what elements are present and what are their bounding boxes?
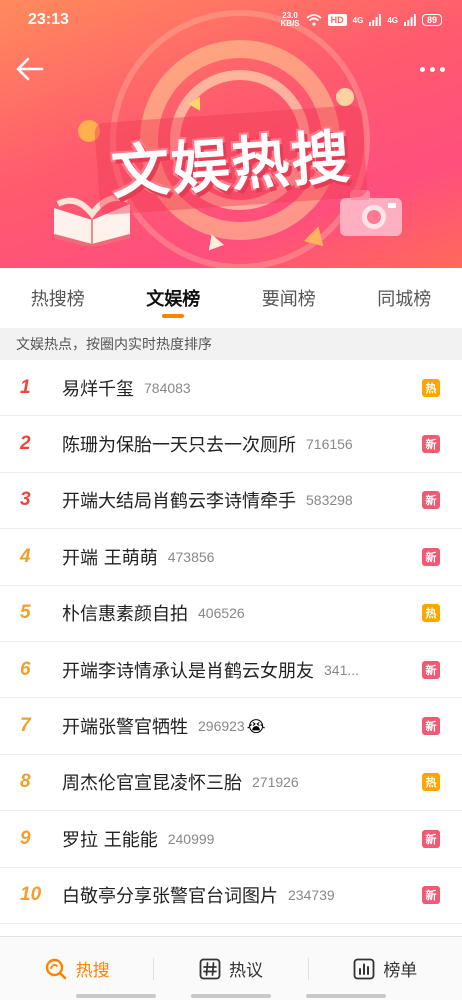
signal-bars-icon [403, 14, 416, 26]
rank-number: 7 [20, 715, 31, 737]
status-bar: 23:13 23.0 KB/S HD 4G 4G 89 [0, 0, 462, 40]
hashtag-icon [199, 958, 221, 979]
tab-indicator [162, 314, 185, 318]
heat-value: 296923 [198, 718, 245, 735]
list-item[interactable]: 9 罗拉 王能能 240999 新 [0, 811, 462, 868]
heat-value: 716156 [306, 436, 353, 453]
hd-icon: HD [327, 14, 347, 26]
tab-hot-search[interactable]: 热搜榜 [0, 268, 116, 328]
home-indicator [191, 994, 271, 998]
list-item[interactable]: 3 开端大结局肖鹤云李诗情牵手 583298 新 [0, 473, 462, 530]
new-badge: 新 [422, 717, 440, 736]
more-button[interactable] [414, 56, 450, 82]
rank-number: 9 [20, 827, 31, 849]
network-speed-unit: KB/S [280, 19, 300, 28]
heat-value: 473856 [167, 548, 215, 565]
rank-number: 8 [20, 771, 31, 793]
ranking-tabs: 热搜榜 文娱榜 要闻榜 同城榜 [0, 268, 462, 328]
wifi-icon [306, 14, 322, 26]
chart-icon [353, 958, 375, 979]
status-icons: 23.0 KB/S HD 4G 4G 89 [281, 12, 442, 28]
new-badge: 新 [422, 435, 440, 454]
topic-title: 开端张警官牺牲 [62, 717, 188, 739]
battery-icon: 89 [421, 14, 442, 26]
signal-icon: 4G [387, 15, 398, 25]
more-dots-icon [419, 66, 425, 72]
new-badge: 新 [422, 491, 440, 510]
new-badge: 新 [422, 660, 440, 679]
list-item[interactable]: 5 朴信惠素颜自拍 406526 热 [0, 586, 462, 642]
new-badge: 新 [422, 886, 440, 905]
nav-rankings[interactable]: 榜单 [309, 956, 462, 981]
signal-bars-icon [369, 14, 382, 26]
more-dots-icon [429, 66, 435, 72]
bottom-navigation: 热搜 热议 榜单 [0, 936, 462, 1000]
list-item[interactable]: 10 白敬亭分享张警官台词图片 234739 新 [0, 868, 462, 924]
rank-number: 4 [20, 545, 31, 567]
new-badge: 新 [422, 829, 440, 848]
crying-emoji-icon: 😭 [246, 716, 266, 736]
heat-value: 341... [324, 661, 360, 678]
heat-value: 234739 [288, 887, 335, 904]
nav-label: 榜单 [383, 961, 418, 981]
heat-value: 406526 [198, 605, 245, 622]
rank-number: 2 [20, 433, 31, 455]
tab-label: 同城榜 [377, 289, 432, 310]
nav-label: 热搜 [75, 961, 110, 981]
rank-number: 5 [20, 602, 31, 624]
home-indicator [76, 994, 156, 998]
topic-title: 朴信惠素颜自拍 [62, 604, 188, 626]
nav-hot-search[interactable]: 热搜 [0, 956, 153, 981]
network-speed: 23.0 KB/S [281, 12, 300, 28]
list-item[interactable]: 8 周杰伦官宣昆凌怀三胎 271926 热 [0, 755, 462, 812]
hot-list: 1 易烊千玺 784083 热 2 陈珊为保胎一天只去一次厕所 716156 新… [0, 360, 462, 924]
heat-value: 271926 [252, 774, 299, 791]
nav-discussion[interactable]: 热议 [154, 956, 307, 981]
tab-entertainment[interactable]: 文娱榜 [116, 268, 232, 328]
hot-badge: 热 [422, 773, 440, 792]
list-item[interactable]: 6 开端李诗情承认是肖鹤云女朋友 341... 新 [0, 642, 462, 699]
rank-number: 1 [20, 376, 31, 398]
tab-label: 热搜榜 [30, 289, 85, 310]
topic-title: 周杰伦官宣昆凌怀三胎 [62, 773, 242, 795]
new-badge: 新 [422, 547, 440, 566]
hot-badge: 热 [422, 378, 440, 397]
topic-title: 开端李诗情承认是肖鹤云女朋友 [62, 660, 314, 682]
rank-number: 3 [20, 489, 31, 511]
topic-title: 开端大结局肖鹤云李诗情牵手 [62, 491, 296, 513]
rank-number: 6 [20, 658, 31, 680]
more-dots-icon [439, 66, 445, 72]
topic-title: 易烊千玺 [62, 378, 134, 400]
tab-label: 文娱榜 [146, 289, 201, 310]
tab-local[interactable]: 同城榜 [347, 268, 462, 328]
tab-label: 要闻榜 [261, 289, 316, 310]
list-item[interactable]: 2 陈珊为保胎一天只去一次厕所 716156 新 [0, 416, 462, 473]
topic-title: 罗拉 王能能 [62, 829, 158, 851]
banner-title: 文娱热搜 [94, 104, 368, 216]
rank-number: 10 [20, 884, 42, 906]
topic-title: 开端 王萌萌 [62, 547, 158, 569]
signal-icon: 4G [352, 15, 364, 25]
list-item[interactable]: 4 开端 王萌萌 473856 新 [0, 529, 462, 586]
topic-title: 陈珊为保胎一天只去一次厕所 [62, 435, 296, 457]
back-button[interactable] [14, 54, 46, 84]
heat-value: 583298 [306, 492, 353, 509]
status-time: 23:13 [28, 11, 69, 28]
arrow-left-icon [16, 57, 44, 81]
list-description: 文娱热点，按圈内实时热度排序 [0, 328, 462, 360]
topic-title: 白敬亭分享张警官台词图片 [62, 886, 278, 908]
tab-news[interactable]: 要闻榜 [231, 268, 347, 328]
list-item[interactable]: 7 开端张警官牺牲 296923 😭 新 [0, 698, 462, 755]
search-icon [45, 958, 66, 979]
nav-label: 热议 [228, 961, 263, 981]
heat-value: 784083 [144, 379, 191, 396]
hot-badge: 热 [422, 604, 440, 623]
list-item[interactable]: 1 易烊千玺 784083 热 [0, 360, 462, 417]
home-indicator [306, 994, 386, 998]
header-banner: 文娱热搜 23:13 23.0 KB/S HD 4G 4G 89 [0, 0, 462, 268]
heat-value: 240999 [167, 830, 215, 847]
